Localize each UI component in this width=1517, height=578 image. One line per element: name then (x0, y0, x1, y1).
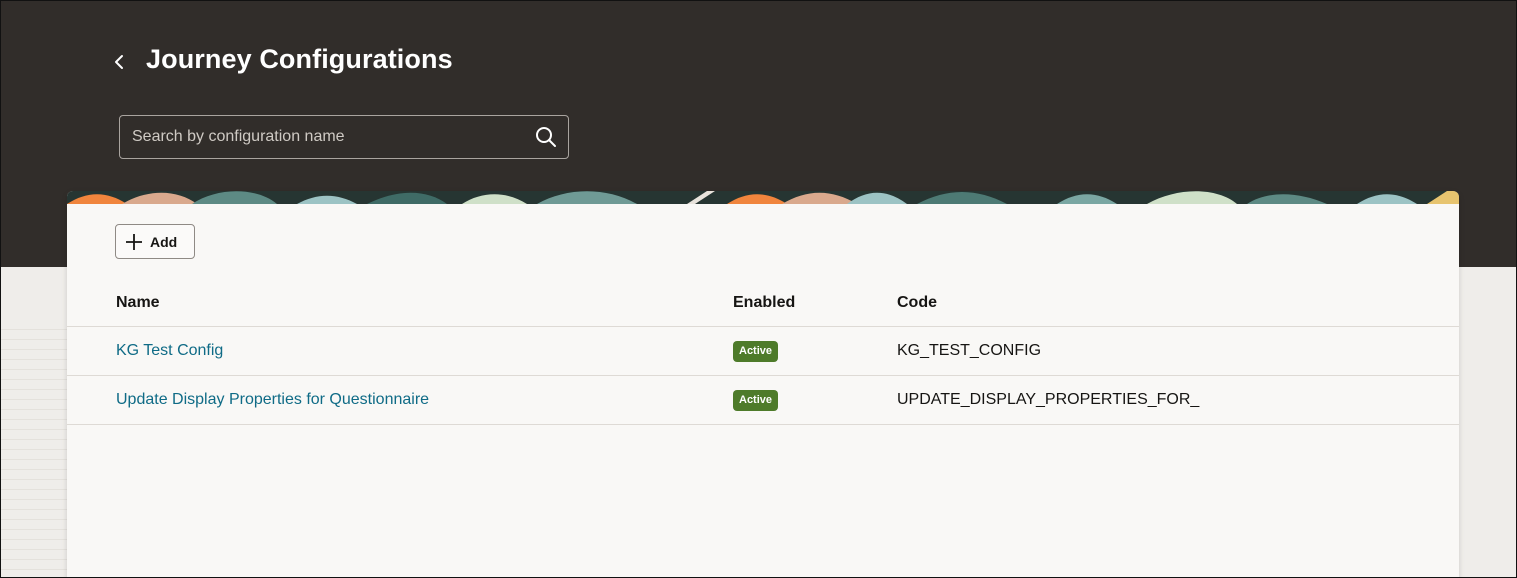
page-title: Journey Configurations (146, 44, 453, 74)
enabled-cell: Active (733, 376, 779, 424)
table-header: Name Enabled Code (67, 281, 1459, 327)
configurations-table: Name Enabled Code KG Test Config Active … (67, 281, 1459, 425)
search-input[interactable] (120, 115, 524, 159)
code-cell: UPDATE_DISPLAY_PROPERTIES_FOR_ (897, 376, 1199, 424)
search-icon[interactable] (524, 115, 568, 159)
decorative-banner (67, 191, 1459, 204)
add-button-label: Add (150, 233, 178, 250)
chevron-left-icon (115, 55, 123, 69)
table-row[interactable]: Update Display Properties for Questionna… (67, 376, 1459, 425)
column-header-enabled[interactable]: Enabled (733, 281, 795, 326)
column-header-code[interactable]: Code (897, 281, 937, 326)
table-row[interactable]: KG Test Config Active KG_TEST_CONFIG (67, 327, 1459, 376)
code-text: KG_TEST_CONFIG (897, 342, 1042, 359)
plus-icon (126, 233, 142, 250)
configuration-link[interactable]: KG Test Config (116, 342, 223, 360)
enabled-cell: Active (733, 327, 779, 375)
add-button[interactable]: Add (115, 224, 195, 259)
configuration-link[interactable]: Update Display Properties for Questionna… (116, 391, 429, 409)
status-badge: Active (733, 340, 779, 362)
search-box (119, 115, 569, 159)
column-header-name[interactable]: Name (116, 281, 160, 326)
name-cell: KG Test Config (116, 327, 223, 375)
back-button[interactable] (108, 50, 132, 74)
background-texture (0, 320, 70, 578)
code-text: UPDATE_DISPLAY_PROPERTIES_FOR_ (897, 391, 1200, 408)
configurations-card: Add Name Enabled Code KG Test Config Act… (67, 191, 1459, 578)
name-cell: Update Display Properties for Questionna… (116, 376, 429, 424)
code-cell: KG_TEST_CONFIG (897, 327, 1041, 375)
status-badge: Active (733, 389, 779, 411)
